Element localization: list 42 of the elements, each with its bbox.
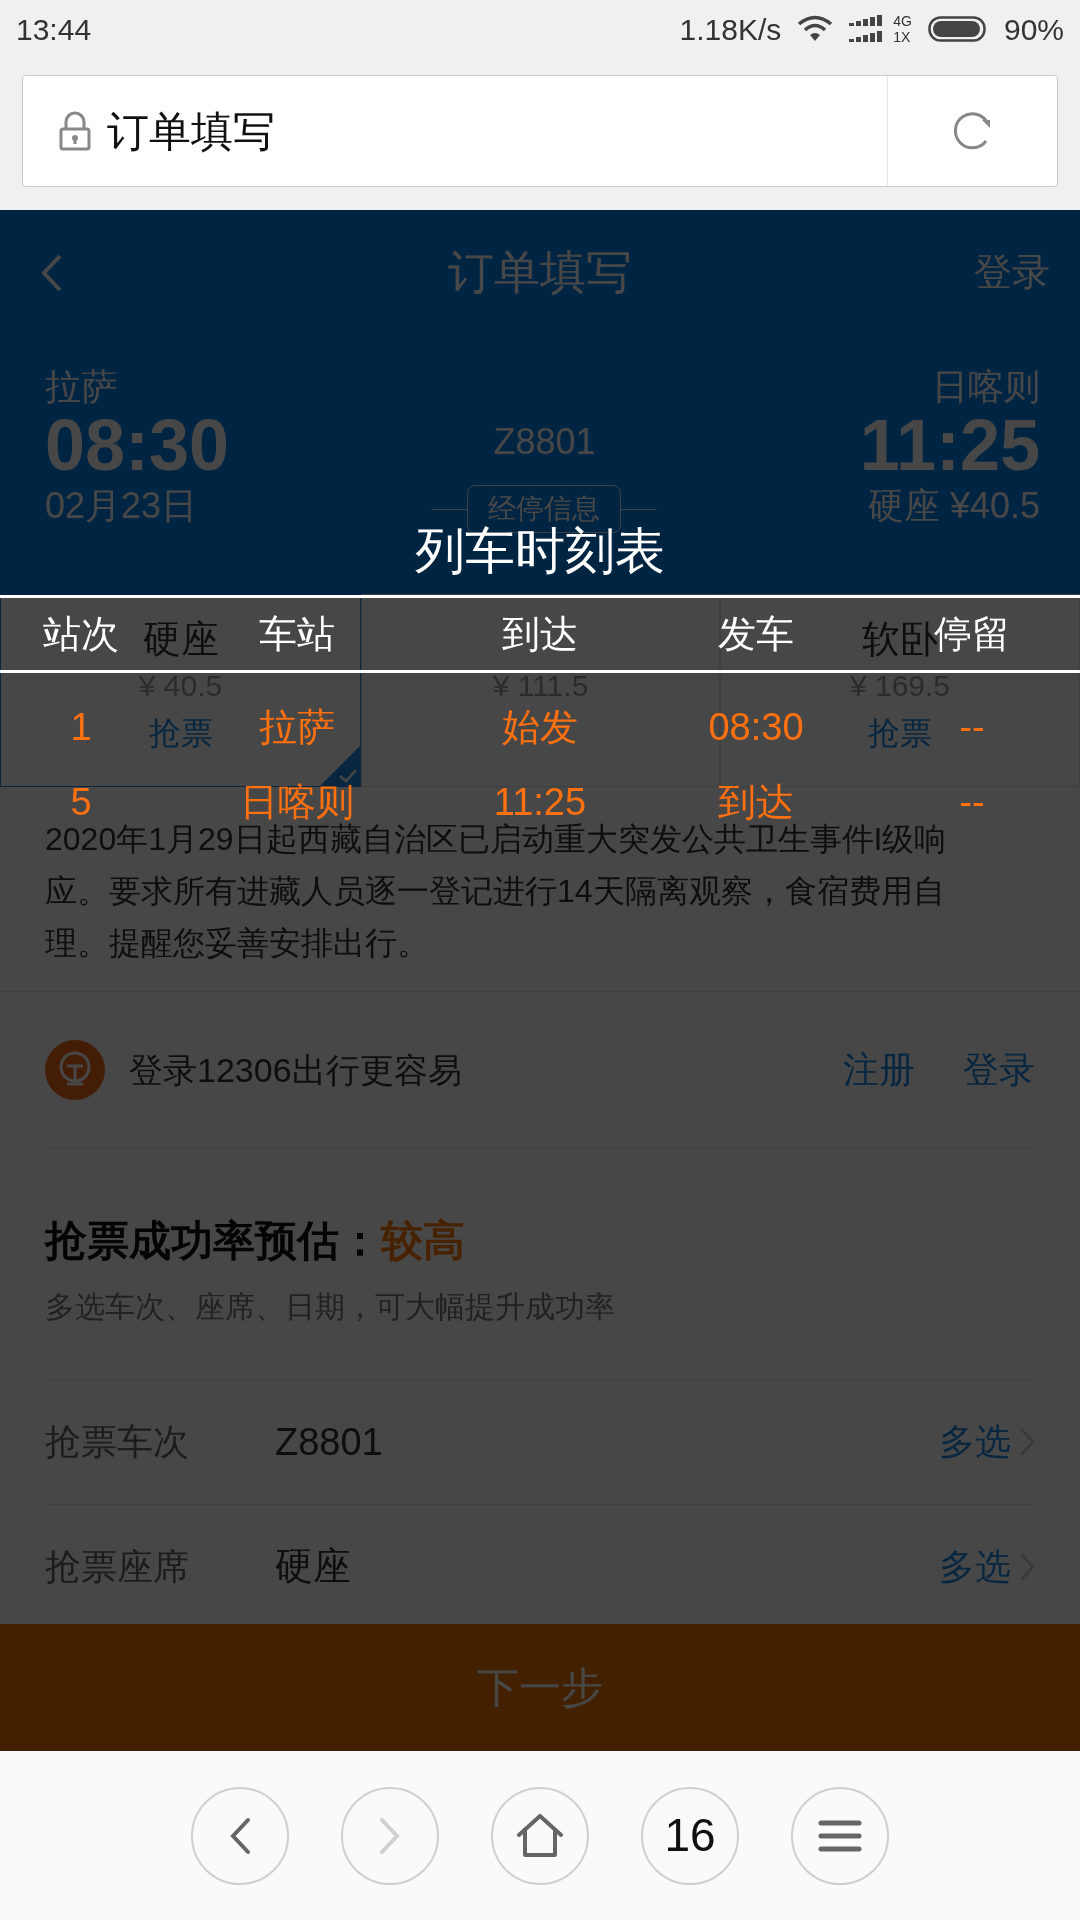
lock-icon <box>59 111 91 151</box>
station-name: 拉萨 <box>45 365 117 409</box>
table-cell-text: 始发 <box>502 705 578 750</box>
battery-percent: 90% <box>1003 11 1064 48</box>
tabs-button[interactable]: 16 <box>641 1786 739 1885</box>
seat-price: 硬座 ¥40.5 <box>867 483 1040 527</box>
field-value: 硬座 <box>275 1544 351 1589</box>
column-header: 车站 <box>259 611 335 657</box>
login-prompt-text: 登录12306出行更容易 <box>129 1049 462 1091</box>
home-icon <box>516 1813 564 1858</box>
table-cell-text: 5 <box>70 780 92 825</box>
column-header: 发车 <box>718 611 794 657</box>
table-cell-text: -- <box>959 780 985 825</box>
network-type: 4G <box>893 13 912 29</box>
network-speed: 1.18K/s <box>679 11 782 48</box>
menu-icon <box>818 1818 862 1853</box>
network-type: 1X <box>893 29 912 45</box>
page-title: 订单填写 <box>107 106 275 157</box>
train-number: Z8801 <box>493 420 596 464</box>
wifi-icon <box>797 15 834 43</box>
battery-icon <box>927 15 988 43</box>
table-cell-text: 08:30 <box>708 705 804 750</box>
status-time: 13:44 <box>16 11 92 48</box>
table-cell-text: 11:25 <box>493 780 587 823</box>
depart-time: 08:30 <box>45 408 230 484</box>
arrive-time: 11:25 <box>859 408 1040 484</box>
field-value: Z8801 <box>275 1419 383 1465</box>
back-icon <box>228 1815 252 1856</box>
station-name: 日喀则 <box>932 365 1040 409</box>
table-cell-text: 到达 <box>718 780 794 824</box>
address-bar[interactable]: 订单填写 <box>22 75 1058 187</box>
seat-name: 硬座 <box>142 617 219 662</box>
header-title: 订单填写 <box>448 245 632 300</box>
table-cell-text: 日喀则 <box>240 780 354 823</box>
table-cell-text: 拉萨 <box>259 705 335 750</box>
success-rate-label: 抢票成功率预估：较高 <box>45 1216 466 1266</box>
forward-icon <box>378 1815 402 1856</box>
table-cell-text: 1 <box>70 705 92 750</box>
column-header: 到达 <box>502 611 578 657</box>
table-cell-text: -- <box>959 705 985 750</box>
column-header: 站次 <box>43 611 119 657</box>
depart-date: 02月23日 <box>45 483 198 527</box>
